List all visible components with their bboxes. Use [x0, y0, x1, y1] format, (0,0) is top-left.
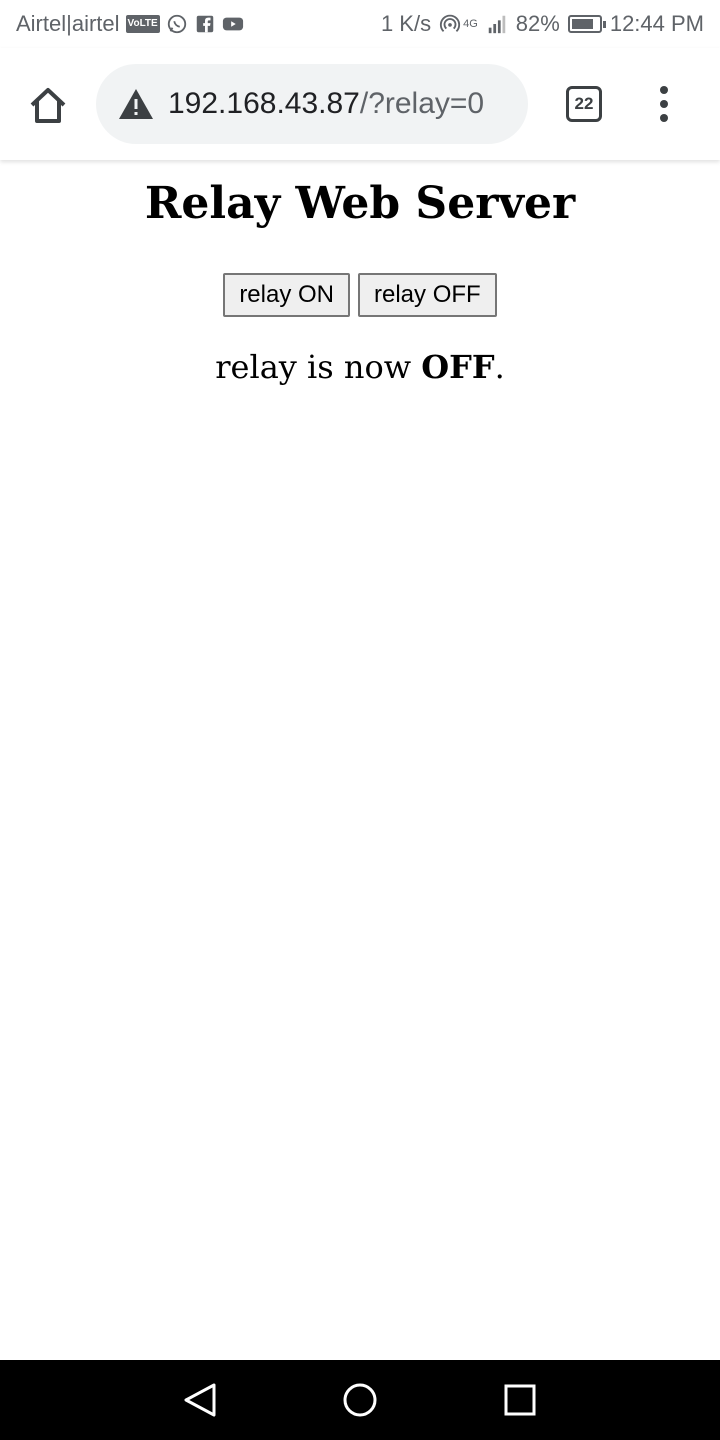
system-navigation-bar — [0, 1360, 720, 1440]
youtube-icon — [222, 17, 243, 31]
network-speed: 1 K/s — [380, 11, 432, 36]
clock: 12:44 PM — [609, 11, 704, 36]
back-icon[interactable] — [180, 1382, 220, 1418]
battery-percent: 82% — [515, 11, 560, 36]
page-content: Relay Web Server relay ON relay OFF rela… — [0, 160, 720, 1360]
status-bar: Airtel|airtel VoLTE 1 K/s 4G 82% 12:44 P… — [0, 0, 720, 48]
relay-status-value: OFF — [421, 348, 495, 386]
page-title: Relay Web Server — [144, 178, 576, 229]
relay-on-button[interactable]: relay ON — [223, 273, 350, 317]
relay-status-text: relay is now OFF. — [0, 347, 720, 387]
network-type: 4G — [463, 18, 478, 30]
battery-icon — [567, 15, 606, 33]
url-path: /?relay=0 — [359, 87, 485, 120]
not-secure-warning-icon[interactable] — [118, 87, 154, 121]
browser-toolbar: 192.168.43.87/?relay=0 22 — [0, 48, 720, 160]
recents-icon[interactable] — [500, 1382, 540, 1418]
overflow-menu-icon[interactable] — [648, 84, 680, 124]
url-host: 192.168.43.87 — [168, 87, 360, 120]
relay-off-button[interactable]: relay OFF — [358, 273, 497, 317]
relay-status-prefix: relay is now — [215, 348, 422, 386]
relay-status-suffix: . — [494, 348, 505, 386]
address-bar[interactable]: 192.168.43.87/?relay=0 — [96, 64, 528, 144]
hotspot-icon — [440, 14, 461, 32]
carrier-label: Airtel|airtel — [16, 11, 120, 36]
home-icon[interactable] — [26, 84, 70, 128]
home-circle-icon[interactable] — [340, 1382, 380, 1418]
status-left: Airtel|airtel VoLTE — [16, 11, 244, 37]
whatsapp-icon — [167, 14, 186, 34]
status-right: 1 K/s 4G 82% 12:44 PM — [381, 11, 704, 37]
signal-icon — [488, 15, 506, 34]
volte-badge: VoLTE — [125, 15, 160, 33]
relay-button-group: relay ON relay OFF — [0, 273, 720, 317]
tab-switcher-button[interactable]: 22 — [566, 86, 602, 122]
battery-level-fill — [571, 19, 594, 29]
facebook-icon — [196, 15, 213, 33]
